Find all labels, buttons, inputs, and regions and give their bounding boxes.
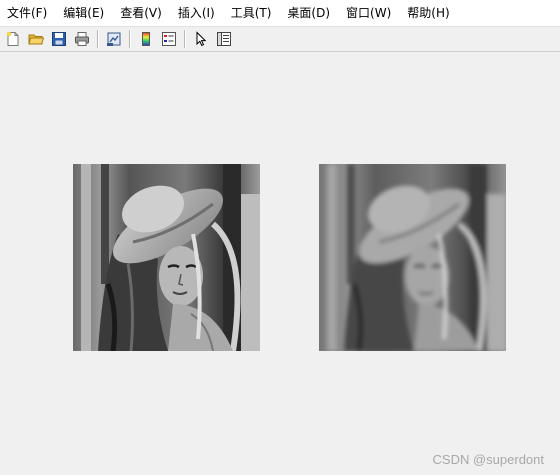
menu-help[interactable]: 帮助(H) [403,0,453,26]
menu-tools[interactable]: 工具(T) [227,0,276,26]
colorbar-icon[interactable] [135,29,156,50]
pointer-icon[interactable] [190,29,211,50]
print-icon[interactable] [71,29,92,50]
processed-image [319,164,506,351]
figure-canvas: CSDN @superdont [0,52,560,475]
original-image [73,164,260,351]
property-editor-icon[interactable] [213,29,234,50]
link-plot-icon[interactable] [103,29,124,50]
menu-file[interactable]: 文件(F) [3,0,51,26]
menu-view[interactable]: 查看(V) [116,0,166,26]
watermark: CSDN @superdont [432,452,544,467]
legend-icon[interactable] [158,29,179,50]
toolbar-separator [184,30,185,48]
menu-insert[interactable]: 插入(I) [174,0,219,26]
menu-edit[interactable]: 编辑(E) [59,0,108,26]
toolbar-separator [129,30,130,48]
open-folder-icon[interactable] [25,29,46,50]
toolbar [0,26,560,52]
toolbar-separator [97,30,98,48]
menu-desktop[interactable]: 桌面(D) [283,0,334,26]
save-icon[interactable] [48,29,69,50]
new-figure-icon[interactable] [2,29,23,50]
menu-bar: 文件(F) 编辑(E) 查看(V) 插入(I) 工具(T) 桌面(D) 窗口(W… [0,0,560,26]
menu-window[interactable]: 窗口(W) [342,0,395,26]
